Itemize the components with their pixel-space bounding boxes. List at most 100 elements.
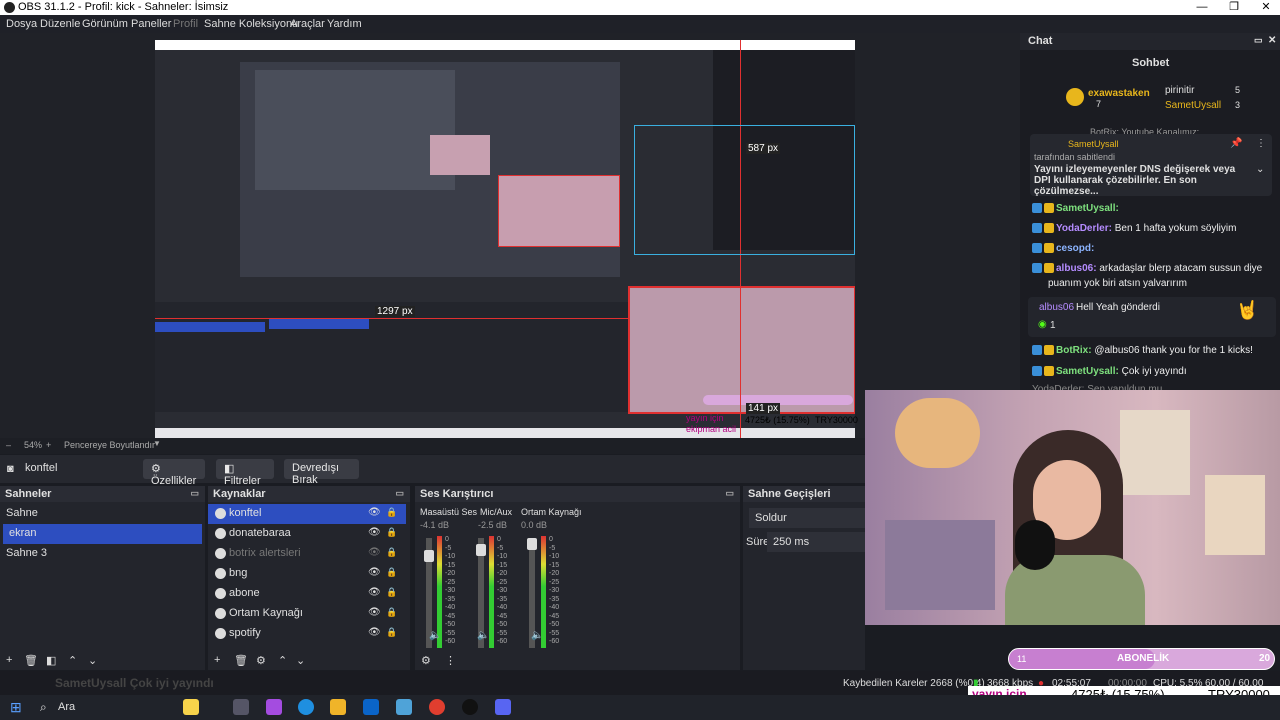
- lock-icon[interactable]: 🔒: [386, 527, 397, 538]
- chat-username[interactable]: BotRix:: [1056, 345, 1092, 356]
- edge-icon[interactable]: [298, 699, 314, 715]
- menu-scene-collection[interactable]: Sahne Koleksiyonu: [204, 18, 298, 30]
- more-icon[interactable]: ⋮: [1256, 138, 1266, 149]
- source-item[interactable]: botrix alertsleri 👁 🔒: [208, 544, 406, 564]
- search-icon[interactable]: ⌕: [40, 700, 47, 715]
- chevron-down-icon[interactable]: ▼: [153, 439, 161, 448]
- menu-profile[interactable]: Profil: [173, 18, 198, 30]
- chevron-down-icon[interactable]: ⌄: [1256, 164, 1264, 175]
- chat-username[interactable]: YodaDerler:: [1056, 223, 1112, 234]
- lock-icon[interactable]: 🔒: [386, 587, 397, 598]
- transition-type-select[interactable]: Soldur: [749, 508, 865, 528]
- preview-canvas[interactable]: 587 px 1297 px 141 px yayın için ekipman…: [0, 33, 1020, 438]
- source-item[interactable]: konftel 👁 🔒: [208, 504, 406, 524]
- top-gifter-name[interactable]: pirinitir: [1165, 85, 1194, 96]
- volume-slider-handle[interactable]: [527, 538, 537, 550]
- chat-source-bbox[interactable]: [634, 125, 855, 255]
- nested-webcam: [498, 175, 620, 247]
- top-gifter-name[interactable]: SametUysall: [1165, 100, 1221, 111]
- eye-icon[interactable]: 👁: [368, 567, 381, 578]
- maximize-button[interactable]: ❐: [1218, 0, 1250, 15]
- eye-icon[interactable]: 👁: [368, 507, 381, 518]
- eye-icon[interactable]: 👁: [368, 627, 381, 638]
- down-arrow-icon[interactable]: ⌄: [296, 654, 305, 667]
- lock-icon[interactable]: 🔒: [386, 547, 397, 558]
- zoom-in-button[interactable]: +: [46, 440, 51, 450]
- menu-view[interactable]: Görünüm: [82, 18, 128, 30]
- minimize-button[interactable]: —: [1186, 0, 1218, 15]
- task-view-icon[interactable]: [233, 699, 249, 715]
- volume-slider-handle[interactable]: [476, 544, 486, 556]
- float-icon[interactable]: ▭: [725, 488, 734, 499]
- trash-icon[interactable]: 🗑: [234, 654, 248, 667]
- lock-icon[interactable]: 🔒: [386, 627, 397, 638]
- lock-icon[interactable]: 🔒: [386, 607, 397, 618]
- pinned-message[interactable]: SametUysall tarafından sabitlendi Yayını…: [1030, 134, 1272, 197]
- eye-icon[interactable]: 👁: [368, 527, 381, 538]
- float-icon[interactable]: ▭: [1254, 35, 1263, 46]
- speaker-icon[interactable]: 🔈: [429, 630, 441, 641]
- chrome-icon[interactable]: [429, 699, 445, 715]
- eye-icon[interactable]: 👁: [368, 587, 381, 598]
- menu-tools[interactable]: Araçlar: [290, 18, 325, 30]
- gift-user[interactable]: albus06: [1039, 302, 1074, 313]
- app-icon[interactable]: [396, 699, 412, 715]
- filters-button[interactable]: ◧ Filtreler: [216, 459, 274, 487]
- source-item[interactable]: abone 👁 🔒: [208, 584, 406, 604]
- lock-icon[interactable]: 🔒: [386, 567, 397, 578]
- float-icon[interactable]: ▭: [190, 488, 199, 499]
- close-icon[interactable]: ✕: [1268, 35, 1276, 46]
- gear-icon[interactable]: ⚙: [256, 654, 266, 667]
- badge-icon: [1044, 203, 1054, 214]
- menu-file[interactable]: Dosya: [6, 18, 37, 30]
- source-item[interactable]: bng 👁 🔒: [208, 564, 406, 584]
- widget-icon[interactable]: [183, 699, 199, 715]
- top-gifter-name[interactable]: exawastaken: [1088, 88, 1150, 99]
- trash-icon[interactable]: 🗑: [24, 654, 38, 667]
- chat-username[interactable]: SametUysall:: [1056, 203, 1119, 214]
- outlook-icon[interactable]: [363, 699, 379, 715]
- more-icon[interactable]: ⋮: [445, 654, 456, 667]
- down-arrow-icon[interactable]: ⌄: [88, 654, 97, 667]
- lock-icon[interactable]: 🔒: [386, 507, 397, 518]
- scene-item[interactable]: Sahne 3: [0, 544, 205, 564]
- up-arrow-icon[interactable]: ⌃: [278, 654, 287, 667]
- deactivate-button[interactable]: Devredışı Bırak: [284, 459, 359, 486]
- chat-username[interactable]: SametUysall:: [1056, 366, 1119, 377]
- obs-icon[interactable]: [462, 699, 478, 715]
- scene-item-selected[interactable]: ekran: [3, 524, 202, 544]
- eye-icon[interactable]: 👁: [368, 607, 381, 618]
- add-icon[interactable]: +: [6, 654, 12, 666]
- file-explorer-icon[interactable]: [330, 699, 346, 715]
- scene-item[interactable]: Sahne: [0, 504, 205, 524]
- duration-input[interactable]: 250 ms: [767, 532, 865, 552]
- ghost-chat-text: SametUysall Çok iyi yayındı: [55, 676, 214, 690]
- close-button[interactable]: ✕: [1250, 0, 1280, 15]
- up-arrow-icon[interactable]: ⌃: [68, 654, 77, 667]
- discord-icon[interactable]: [495, 699, 511, 715]
- taskbar-search[interactable]: Ara: [58, 701, 75, 713]
- gear-icon[interactable]: ⚙: [421, 654, 431, 667]
- filter-icon[interactable]: ◧: [46, 654, 56, 667]
- add-icon[interactable]: +: [214, 654, 220, 666]
- menu-help[interactable]: Yardım: [327, 18, 362, 30]
- fit-to-window[interactable]: Pencereye Boyutlandır: [64, 440, 155, 450]
- menu-edit[interactable]: Düzenle: [40, 18, 80, 30]
- volume-slider-handle[interactable]: [424, 550, 434, 562]
- source-item[interactable]: spotify 👁 🔒: [208, 624, 406, 644]
- chat-username[interactable]: cesopd:: [1056, 243, 1094, 254]
- zoom-out-button[interactable]: –: [6, 440, 11, 450]
- source-item[interactable]: donatebaraa 👁 🔒: [208, 524, 406, 544]
- properties-button[interactable]: ⚙ Özellikler: [143, 459, 205, 487]
- pin-icon[interactable]: 📌: [1230, 138, 1242, 149]
- volume-meter: [489, 536, 494, 648]
- eye-icon[interactable]: 👁: [368, 547, 381, 558]
- float-icon[interactable]: ▭: [395, 488, 404, 499]
- chat-username[interactable]: albus06:: [1056, 263, 1097, 274]
- speaker-icon[interactable]: 🔈: [531, 630, 543, 641]
- copilot-icon[interactable]: [266, 699, 282, 715]
- windows-start-icon[interactable]: ⊞: [10, 699, 22, 716]
- source-item[interactable]: Ortam Kaynağı 👁 🔒: [208, 604, 406, 624]
- speaker-icon[interactable]: 🔈: [477, 630, 489, 641]
- menu-docks[interactable]: Paneller: [131, 18, 171, 30]
